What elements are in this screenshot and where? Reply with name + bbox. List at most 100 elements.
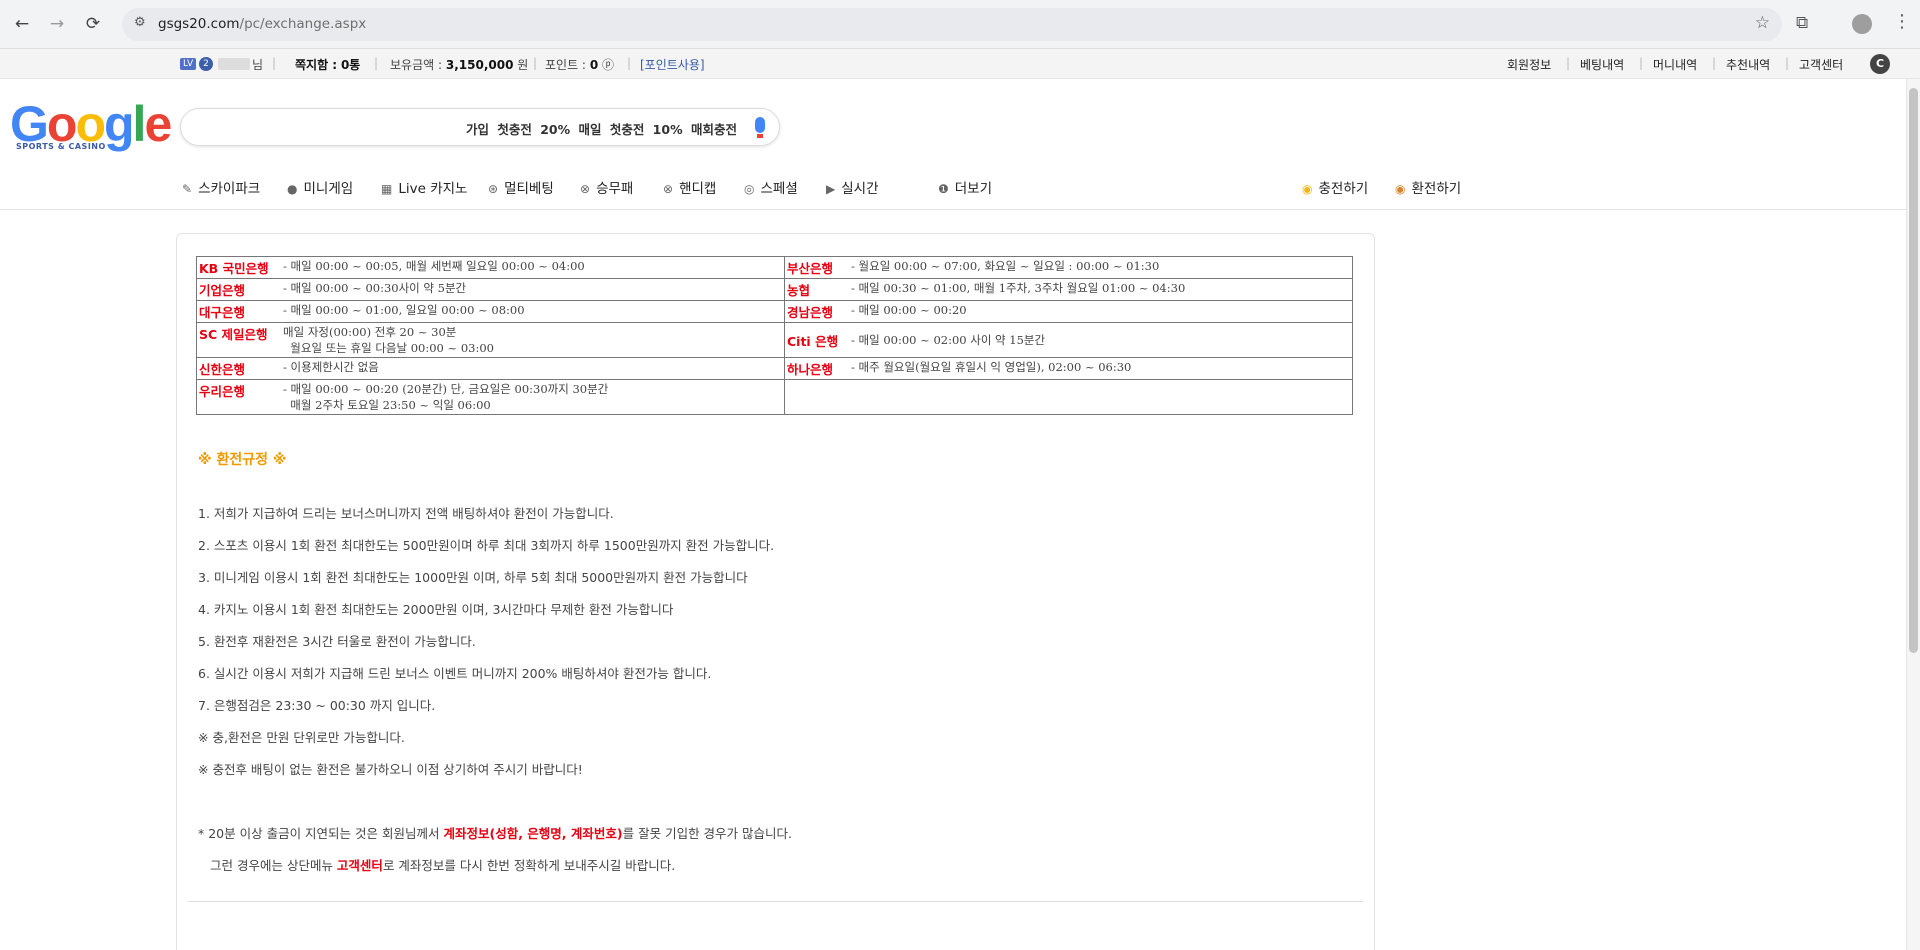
nav-label: 실시간 <box>841 181 879 197</box>
bank-cell: 신한은행 - 이용제한시간 없음 <box>196 357 785 380</box>
bank-name: 부산은행 <box>787 261 834 276</box>
forward-icon[interactable]: → <box>45 12 69 36</box>
note-text: * 20분 이상 출금이 지연되는 것은 회원님께서 <box>198 826 444 841</box>
bank-name: 대구은행 <box>199 305 246 320</box>
bank-hours-line: 월요일 또는 휴일 다음날 00:00 ~ 03:00 <box>283 341 494 355</box>
member-info-link[interactable]: 회원정보 <box>1507 56 1551 73</box>
bookmark-star-icon[interactable]: ☆ <box>1755 13 1770 33</box>
exchange-rules-title: ※ 환전규정 ※ <box>198 452 287 468</box>
table-row: KB 국민은행 - 매일 00:00 ~ 00:05, 매월 세번째 일요일 00… <box>196 256 1353 279</box>
separator: | <box>272 56 277 70</box>
baseball-icon: ◎ <box>744 182 755 196</box>
nav-label: 스페셜 <box>760 181 798 197</box>
bank-hours: - 월요일 00:00 ~ 07:00, 화요일 ~ 일요일 : 00:00 ~… <box>851 259 1160 273</box>
bank-cell: 우리은행 - 매일 00:00 ~ 00:20 (20분간) 단, 금요일은 00… <box>196 379 785 415</box>
table-row: 우리은행 - 매일 00:00 ~ 00:20 (20분간) 단, 금요일은 00… <box>196 379 1353 415</box>
level-badge: LV <box>180 58 197 70</box>
bank-name: SC 제일은행 <box>199 327 268 342</box>
bank-hours: - 이용제한시간 없음 <box>283 360 379 374</box>
nav-skypark[interactable]: ✎ 스카이파크 <box>182 177 260 197</box>
bank-hours: 매일 자정(00:00) 전후 20 ~ 30분 월요일 또는 휴일 다음날 0… <box>283 324 494 356</box>
circle-c-icon[interactable]: C <box>1870 54 1890 74</box>
bank-cell: Citi 은행 - 매일 00:00 ~ 02:00 사이 약 15분간 <box>784 322 1353 358</box>
use-points-link[interactable]: [포인트사용] <box>640 56 705 73</box>
note-text: 를 잘못 기입한 경우가 많습니다. <box>622 826 792 841</box>
bank-hours: - 매일 00:00 ~ 00:20 (20분간) 단, 금요일은 00:30까… <box>283 381 608 413</box>
bank-hours: - 매일 00:00 ~ 00:30사이 약 5분간 <box>283 281 467 295</box>
rule-item: 1. 저희가 지급하여 드리는 보너스머니까지 전액 배팅하셔야 환전이 가능합… <box>198 506 614 521</box>
rule-item: 7. 은행점검은 23:30 ~ 00:30 까지 입니다. <box>198 698 436 713</box>
chat-icon: ● <box>287 182 298 196</box>
nav-charge[interactable]: ◉ 충전하기 <box>1302 177 1368 197</box>
pencil-icon: ✎ <box>182 182 193 196</box>
separator: | <box>1639 56 1644 70</box>
bank-name: 하나은행 <box>787 362 834 377</box>
bank-hours: - 매일 00:00 ~ 00:20 <box>851 303 967 317</box>
notice-search-box[interactable]: 가입 첫충전 20% 매일 첫충전 10% 매회충전 5% <box>180 108 780 146</box>
money-history-link[interactable]: 머니내역 <box>1653 56 1697 73</box>
messages-info[interactable]: 쪽지함 : 0통 <box>295 56 360 73</box>
note-highlight: 계좌정보(성함, 은행명, 계좌번호) <box>443 826 623 841</box>
nav-label: 미니게임 <box>303 181 354 197</box>
nav-more[interactable]: ❶ 더보기 <box>938 177 992 197</box>
info-icon: ❶ <box>938 182 949 196</box>
divider <box>188 901 1363 902</box>
browser-menu-icon[interactable]: ⋮ <box>1893 11 1911 32</box>
nav-minigame[interactable]: ● 미니게임 <box>287 177 353 197</box>
bank-cell: 대구은행 - 매일 00:00 ~ 01:00, 일요일 00:00 ~ 08:0… <box>196 300 785 323</box>
table-row: SC 제일은행 매일 자정(00:00) 전후 20 ~ 30분 월요일 또는 휴… <box>196 322 1353 358</box>
betting-history-link[interactable]: 베팅내역 <box>1580 56 1624 73</box>
separator: | <box>1566 56 1571 70</box>
table-row: 신한은행 - 이용제한시간 없음 하나은행 - 매주 월요일(월요일 휴일시 익 영… <box>196 357 1353 380</box>
rule-item: 5. 환전후 재환전은 3시간 터울로 환전이 가능합니다. <box>198 634 476 649</box>
rule-item: ※ 충전후 배팅이 없는 환전은 불가하오니 이점 상기하여 주시기 바랍니다! <box>198 762 583 777</box>
nav-multibet[interactable]: ⊛ 멀티베팅 <box>488 177 554 197</box>
page-scrollbar-thumb[interactable] <box>1909 88 1918 653</box>
nav-live[interactable]: ▶ 실시간 <box>826 177 879 197</box>
url-text[interactable]: gsgs20.com/pc/exchange.aspx <box>158 16 366 32</box>
user-info-bar: LV 2 님 | 쪽지함 : 0통 | 보유금액 : 3,150,000 원 |… <box>0 49 1920 79</box>
withdrawal-delay-note: * 20분 이상 출금이 지연되는 것은 회원님께서 계좌정보(성함, 은행명,… <box>198 823 792 842</box>
bank-cell: 농협 - 매일 00:30 ~ 01:00, 매월 1주차, 3주차 월요일 01… <box>784 278 1353 301</box>
bank-hours: - 매일 00:00 ~ 00:05, 매월 세번째 일요일 00:00 ~ 0… <box>283 259 585 273</box>
customer-center-note: 그런 경우에는 상단메뉴 고객센터로 계좌정보를 다시 한번 정확하게 보내주시… <box>210 855 675 874</box>
promo-marquee: 가입 첫충전 20% 매일 첫충전 10% 매회충전 5% <box>466 122 746 137</box>
nav-label: 멀티베팅 <box>504 181 554 197</box>
points-value: 0 <box>589 58 599 72</box>
separator: | <box>1712 56 1717 70</box>
nav-label: 더보기 <box>954 181 993 197</box>
address-bar[interactable]: ⚙ gsgs20.com/pc/exchange.aspx ☆ <box>122 8 1782 41</box>
nav-label: Live 카지노 <box>398 181 468 197</box>
balance-label: 보유금액 : <box>390 58 443 72</box>
note-highlight: 고객센터 <box>336 858 383 873</box>
extensions-icon[interactable]: ⧉ <box>1796 13 1808 33</box>
bank-name: KB 국민은행 <box>199 261 269 276</box>
back-icon[interactable]: ← <box>10 12 34 36</box>
nav-label: 충전하기 <box>1318 181 1369 197</box>
points-icon: ⓟ <box>602 58 615 72</box>
browser-toolbar: ← → ⟳ ⚙ gsgs20.com/pc/exchange.aspx ☆ ⧉ … <box>0 0 1920 49</box>
nav-live-casino[interactable]: ▦ Live 카지노 <box>381 177 467 197</box>
nav-label: 스카이파크 <box>198 181 261 197</box>
exchange-icon: ◉ <box>1395 182 1406 196</box>
messages-count: 0통 <box>340 58 361 72</box>
referral-history-link[interactable]: 추천내역 <box>1726 56 1770 73</box>
separator: | <box>374 56 379 70</box>
bank-cell: 부산은행 - 월요일 00:00 ~ 07:00, 화요일 ~ 일요일 : 00:… <box>784 256 1353 279</box>
site-info-icon[interactable]: ⚙ <box>134 15 146 30</box>
reload-icon[interactable]: ⟳ <box>81 12 105 36</box>
bank-name: 기업은행 <box>199 283 246 298</box>
nav-handicap[interactable]: ⊗ 핸디캡 <box>663 177 716 197</box>
play-icon: ▶ <box>826 182 836 196</box>
url-host: gsgs20.com <box>158 16 240 32</box>
nav-win-draw-lose[interactable]: ⊗ 승무패 <box>580 177 633 197</box>
balance-value: 3,150,000 <box>445 58 514 72</box>
customer-center-link[interactable]: 고객센터 <box>1799 56 1843 73</box>
mic-icon[interactable] <box>755 117 765 133</box>
separator: | <box>533 56 538 70</box>
nav-exchange[interactable]: ◉ 환전하기 <box>1395 177 1461 197</box>
bank-hours: - 매일 00:00 ~ 02:00 사이 약 15분간 <box>851 333 1046 347</box>
nav-special[interactable]: ◎ 스페셜 <box>744 177 798 197</box>
profile-avatar[interactable] <box>1852 14 1872 34</box>
logo-letter: g <box>104 96 135 152</box>
